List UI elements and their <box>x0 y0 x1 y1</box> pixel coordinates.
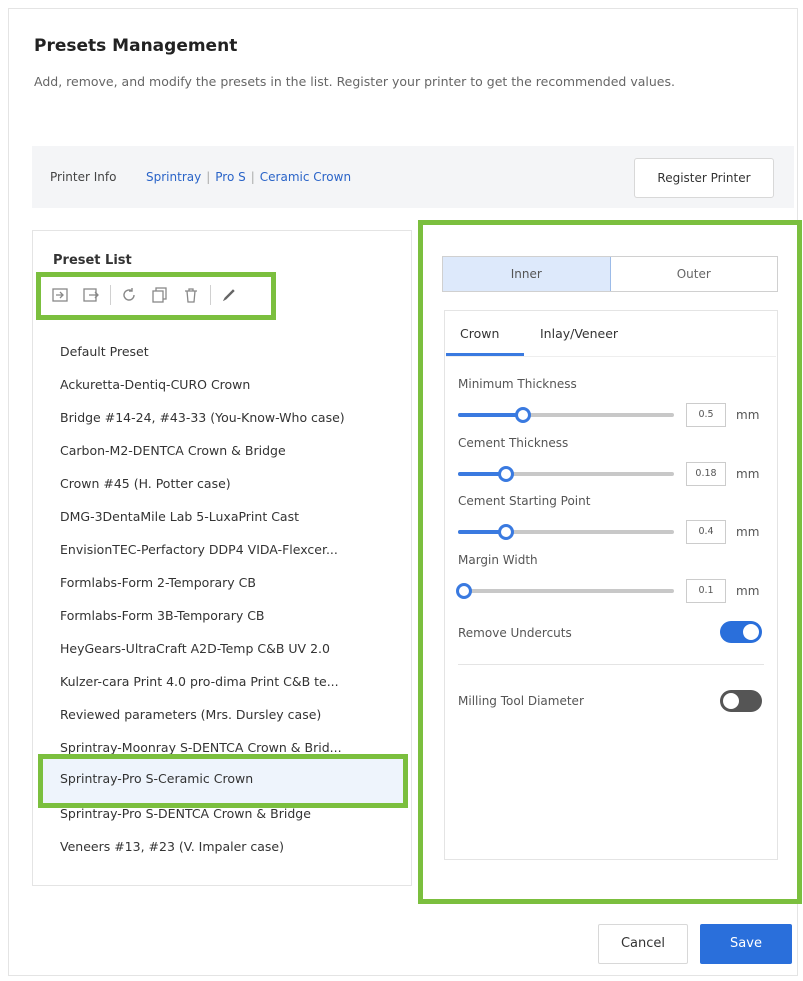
preset-toolbar <box>48 282 248 308</box>
active-tab-indicator <box>446 353 524 356</box>
save-button[interactable]: Save <box>700 924 792 964</box>
list-item[interactable]: Formlabs-Form 3B-Temporary CB <box>60 608 265 623</box>
list-item[interactable]: Sprintray-Moonray S-DENTCA Crown & Brid.… <box>60 740 342 755</box>
cement-starting-point-input[interactable]: 0.4 <box>686 520 726 544</box>
list-item[interactable]: Reviewed parameters (Mrs. Dursley case) <box>60 707 321 722</box>
printer-model: Pro S <box>215 170 246 184</box>
segment-inner[interactable]: Inner <box>443 257 611 291</box>
list-item[interactable]: Kulzer-cara Print 4.0 pro-dima Print C&B… <box>60 674 339 689</box>
list-item[interactable]: Default Preset <box>60 344 149 359</box>
edit-icon[interactable] <box>217 283 241 307</box>
toolbar-separator <box>210 285 211 305</box>
tab-crown[interactable]: Crown <box>460 326 499 341</box>
milling-tool-diameter-toggle[interactable] <box>720 690 762 712</box>
settings-card <box>444 310 778 860</box>
minimum-thickness-slider[interactable] <box>458 407 674 423</box>
remove-undercuts-label: Remove Undercuts <box>458 626 572 640</box>
slider-handle[interactable] <box>514 407 531 423</box>
unit-label: mm <box>736 408 760 422</box>
import-icon[interactable] <box>48 283 72 307</box>
list-item[interactable]: Sprintray-Pro S-DENTCA Crown & Bridge <box>60 806 311 821</box>
margin-width-input[interactable]: 0.1 <box>686 579 726 603</box>
list-item[interactable]: EnvisionTEC-Perfactory DDP4 VIDA-Flexcer… <box>60 542 338 557</box>
minimum-thickness-input[interactable]: 0.5 <box>686 403 726 427</box>
margin-width-label: Margin Width <box>458 553 538 567</box>
milling-tool-diameter-label: Milling Tool Diameter <box>458 694 584 708</box>
list-item[interactable]: Carbon-M2-DENTCA Crown & Bridge <box>60 443 286 458</box>
toggle-knob <box>723 693 739 709</box>
cement-thickness-label: Cement Thickness <box>458 436 569 450</box>
reset-icon[interactable] <box>117 283 141 307</box>
cement-thickness-slider[interactable] <box>458 466 674 482</box>
tab-inlay-veneer[interactable]: Inlay/Veneer <box>540 326 618 341</box>
printer-info-values: Sprintray | Pro S | Ceramic Crown <box>146 170 352 184</box>
preset-list-title: Preset List <box>53 253 132 268</box>
cancel-button[interactable]: Cancel <box>598 924 688 964</box>
toggle-knob <box>743 624 759 640</box>
printer-info-label: Printer Info <box>50 170 117 184</box>
slider-handle[interactable] <box>497 524 514 540</box>
printer-info-bar: Printer Info Sprintray | Pro S | Ceramic Cro… <box>32 146 794 208</box>
inner-outer-segment: Inner Outer <box>442 256 778 292</box>
margin-width-slider[interactable] <box>456 583 674 599</box>
divider <box>458 664 764 665</box>
remove-undercuts-toggle[interactable] <box>720 621 762 643</box>
export-icon[interactable] <box>79 283 103 307</box>
list-item[interactable]: Ackuretta-Dentiq-CURO Crown <box>60 377 250 392</box>
list-item[interactable]: Veneers #13, #23 (V. Impaler case) <box>60 839 284 854</box>
cement-starting-point-label: Cement Starting Point <box>458 494 591 508</box>
register-printer-button[interactable]: Register Printer <box>634 158 774 198</box>
delete-icon[interactable] <box>179 283 203 307</box>
duplicate-icon[interactable] <box>148 283 172 307</box>
selected-row-highlight <box>38 754 408 808</box>
minimum-thickness-label: Minimum Thickness <box>458 377 577 391</box>
printer-material: Ceramic Crown <box>259 170 352 184</box>
unit-label: mm <box>736 467 760 481</box>
list-item[interactable]: Crown #45 (H. Potter case) <box>60 476 231 491</box>
dialog-title: Presets Management <box>34 36 238 56</box>
list-item[interactable]: DMG-3DentaMile Lab 5-LuxaPrint Cast <box>60 509 299 524</box>
list-item[interactable]: Formlabs-Form 2-Temporary CB <box>60 575 256 590</box>
list-item[interactable]: Bridge #14-24, #43-33 (You-Know-Who case… <box>60 410 345 425</box>
slider-fill <box>458 413 523 417</box>
list-item[interactable]: HeyGears-UltraCraft A2D-Temp C&B UV 2.0 <box>60 641 330 656</box>
unit-label: mm <box>736 525 760 539</box>
printer-manufacturer: Sprintray <box>146 170 202 184</box>
toolbar-separator <box>110 285 111 305</box>
cement-thickness-input[interactable]: 0.18 <box>686 462 726 486</box>
cement-starting-point-slider[interactable] <box>458 524 674 540</box>
unit-label: mm <box>736 584 760 598</box>
tab-bar-line <box>446 356 776 357</box>
dialog-description: Add, remove, and modify the presets in t… <box>34 74 675 89</box>
slider-handle[interactable] <box>497 466 514 482</box>
segment-outer[interactable]: Outer <box>610 257 777 291</box>
